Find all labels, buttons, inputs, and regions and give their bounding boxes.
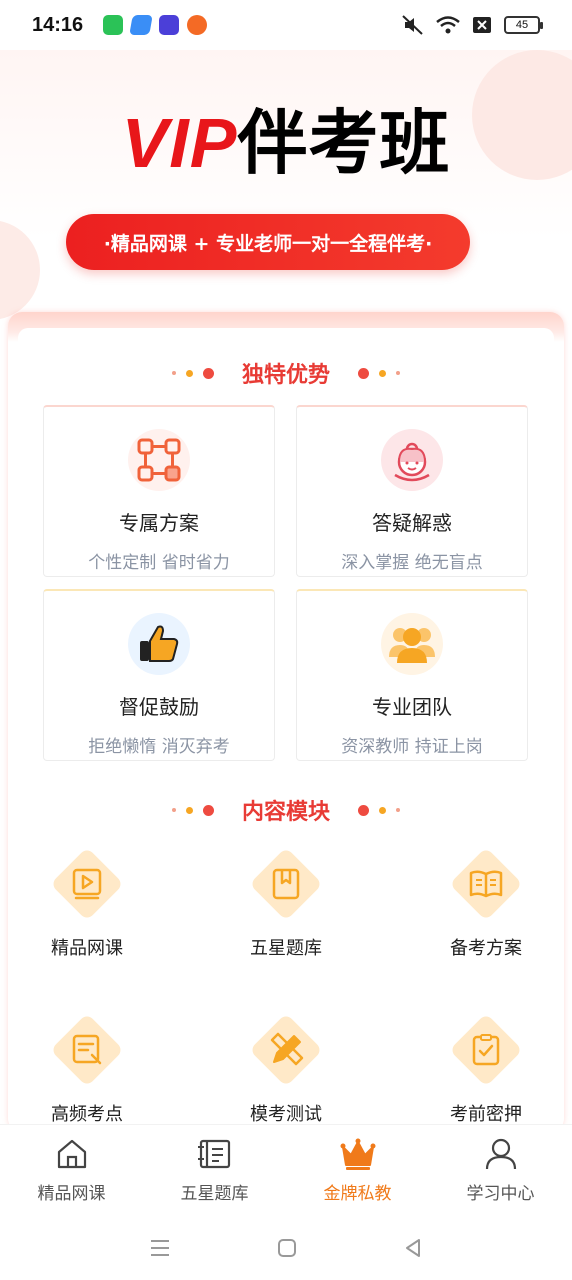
checklist-icon [448,1012,524,1088]
menu-icon[interactable] [148,1237,172,1259]
team-icon [381,613,443,675]
nav-item-question-bank[interactable]: 五星题库 [143,1125,286,1216]
advantage-title: 答疑解惑 [372,511,452,535]
question-bank-icon [197,1139,230,1169]
module-item-final-prep[interactable]: 考前密押 [411,1012,561,1126]
advantage-subtitle: 个性定制 省时省力 [88,553,230,573]
thumbs-up-icon [128,613,190,675]
title-dots-left [171,367,214,379]
nav-item-learning-center[interactable]: 学习中心 [429,1125,572,1216]
system-nav-bar [0,1216,572,1280]
advantage-card-team[interactable]: 专业团队 资深教师 持证上岗 [296,589,528,761]
decorative-circle [0,220,40,320]
mute-icon [402,15,423,35]
nav-label: 五星题库 [180,1184,249,1204]
browser-app-icon [187,15,208,35]
home-square-icon[interactable] [276,1237,298,1259]
pencil-ruler-icon [248,1012,324,1088]
title-dots-right [358,804,400,816]
plan-network-icon [128,429,190,491]
nav-item-private-tutor[interactable]: 金牌私教 [286,1125,429,1216]
advantage-title: 专属方案 [119,511,199,535]
module-label: 精品网课 [51,938,123,959]
bookmark-book-icon [248,846,324,922]
module-item-exam-plan[interactable]: 备考方案 [411,846,561,960]
advantage-subtitle: 深入掌握 绝无盲点 [341,553,483,573]
module-item-key-points[interactable]: 高频考点 [12,1012,162,1126]
nav-label: 精品网课 [37,1184,106,1204]
title-vip: VIP [121,104,238,182]
module-label: 五星题库 [250,938,322,959]
wechat-app-icon [103,15,124,35]
app-blue-icon [129,15,153,35]
module-label: 高频考点 [51,1104,123,1125]
module-label: 模考测试 [250,1104,322,1125]
advantage-title: 专业团队 [372,695,452,719]
open-book-icon [448,846,524,922]
title-cn: 伴考班 [237,104,451,182]
home-icon [57,1139,86,1169]
tagline-pill: ·精品网课 + 专业老师一对一全程伴考· [66,214,470,270]
nav-item-courses[interactable]: 精品网课 [0,1125,143,1216]
nav-label: 金牌私教 [323,1184,392,1204]
modules-section-title: 内容模块 [0,793,572,827]
user-icon [485,1138,516,1170]
nav-label: 学习中心 [466,1184,535,1204]
advantage-card-qa[interactable]: 答疑解惑 深入掌握 绝无盲点 [296,405,528,577]
module-item-question-bank[interactable]: 五星题库 [211,846,361,960]
title-dots-left [171,804,214,816]
notes-icon [49,1012,125,1088]
battery-indicator: 45 [504,16,543,34]
module-item-mock-test[interactable]: 模考测试 [211,1012,361,1126]
advantages-title: 独特优势 [241,363,330,388]
module-label: 备考方案 [450,938,522,959]
status-time: 14:16 [32,13,84,36]
advantage-title: 督促鼓励 [119,695,199,719]
modules-title: 内容模块 [241,800,330,825]
game-app-icon [159,15,180,35]
crown-icon [340,1138,375,1170]
title-dots-right [358,367,400,379]
advantage-card-encourage[interactable]: 督促鼓励 拒绝懒惰 消灭弃考 [43,589,275,761]
advantage-subtitle: 拒绝懒惰 消灭弃考 [88,737,230,757]
module-item-courses[interactable]: 精品网课 [12,846,162,960]
module-label: 考前密押 [450,1104,522,1125]
video-icon [49,846,125,922]
sim-x-icon [473,17,491,33]
status-bar: 14:16 45 [0,0,572,50]
back-icon[interactable] [402,1237,424,1259]
wifi-icon [436,16,460,34]
page-title: VIP伴考班 [0,98,572,188]
advantages-section-title: 独特优势 [0,356,572,390]
advantage-subtitle: 资深教师 持证上岗 [341,737,483,757]
bottom-nav: 精品网课 五星题库 金牌私教 学习中心 [0,1124,572,1216]
customer-service-icon [381,429,443,491]
advantage-card-plan[interactable]: 专属方案 个性定制 省时省力 [43,405,275,577]
